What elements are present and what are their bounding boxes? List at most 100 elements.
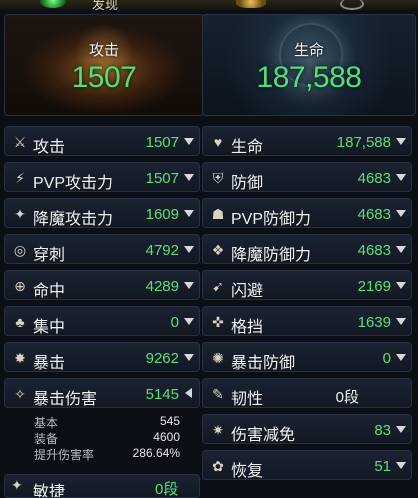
expand-arrow-icon[interactable]	[184, 246, 194, 253]
stat-label: 闪避	[231, 283, 264, 300]
detail-row: 基本 545	[34, 414, 180, 430]
expand-arrow-icon[interactable]	[184, 174, 194, 181]
collapse-arrow-icon[interactable]	[185, 388, 192, 398]
expand-arrow-icon[interactable]	[184, 354, 194, 361]
emblem-icon	[40, 0, 66, 8]
expand-arrow-icon[interactable]	[396, 210, 406, 217]
stat-row[interactable]: ♣ 集中 0	[4, 306, 200, 336]
expand-arrow-icon[interactable]	[396, 426, 406, 433]
stat-value: 1609	[145, 206, 179, 223]
expand-arrow-icon[interactable]	[396, 246, 406, 253]
recovery-icon: ✿	[212, 457, 224, 474]
expand-arrow-icon[interactable]	[396, 318, 406, 325]
top-bar-label: 发现	[92, 0, 119, 10]
stat-label: 伤害减免	[231, 427, 296, 444]
crosshair-icon: ⊕	[14, 277, 26, 294]
detail-value: 286.64%	[132, 446, 180, 460]
expand-arrow-icon[interactable]	[184, 138, 194, 145]
damage-reduction-icon: ✷	[212, 421, 224, 438]
stat-row[interactable]: ✎ 韧性 0段	[202, 378, 412, 408]
stat-row[interactable]: ✦ 降魔攻击力 1609	[4, 198, 200, 228]
stat-row[interactable]: ⊕ 命中 4289	[4, 270, 200, 300]
stat-value: 187,588	[336, 134, 391, 151]
stat-label: 暴击防御	[231, 355, 296, 372]
hp-summary-panel: 生命 187,588	[202, 14, 416, 116]
stat-value: 4792	[145, 242, 179, 259]
stat-value: 4683	[357, 242, 391, 259]
stat-value: 1639	[357, 314, 391, 331]
stat-value: 4683	[357, 170, 391, 187]
detail-key: 基本	[34, 416, 59, 430]
expand-arrow-icon[interactable]	[396, 174, 406, 181]
pvp-defense-icon: ☗	[211, 205, 225, 222]
expand-arrow-icon[interactable]	[396, 462, 406, 469]
stat-row[interactable]: ⚔ 攻击 1507	[4, 126, 200, 156]
stat-label: 命中	[33, 283, 66, 300]
stat-label: 降魔攻击力	[33, 211, 114, 228]
tenacity-icon: ✎	[212, 385, 224, 402]
expand-arrow-icon[interactable]	[396, 138, 406, 145]
stat-row[interactable]: ✧ 暴击伤害 5145	[4, 378, 200, 408]
attack-summary-panel: 攻击 1507	[4, 14, 204, 116]
hook-icon	[340, 0, 364, 10]
stat-label: 暴击	[33, 355, 66, 372]
stat-row[interactable]: ✿ 恢复 51	[202, 450, 412, 480]
pierce-icon: ◎	[13, 241, 27, 258]
stat-row[interactable]: ❖ 降魔防御力 4683	[202, 234, 412, 264]
stat-row[interactable]: ⚡ PVP攻击力 1507	[4, 162, 200, 192]
stat-label: 集中	[33, 319, 66, 336]
stat-value: 4683	[357, 206, 391, 223]
ornament-icon	[236, 0, 266, 8]
heart-icon: ♥	[213, 134, 223, 150]
detail-key: 装备	[34, 432, 59, 446]
stat-value: 0段	[155, 481, 179, 498]
focus-icon: ♣	[15, 314, 25, 330]
stat-value: 4289	[145, 278, 179, 295]
stat-label: 恢复	[231, 463, 264, 480]
stat-label: PVP防御力	[231, 211, 312, 228]
agility-stat-row[interactable]: ✦ 敏捷 0段	[4, 474, 200, 498]
stat-row[interactable]: ☗ PVP防御力 4683	[202, 198, 412, 228]
detail-row: 提升伤害率 286.64%	[34, 446, 180, 462]
detail-value: 4600	[153, 430, 180, 444]
stat-label: 敏捷	[33, 484, 66, 498]
expand-arrow-icon[interactable]	[396, 354, 406, 361]
stat-row[interactable]: ✷ 伤害减免 83	[202, 414, 412, 444]
stat-label: 防御	[231, 175, 264, 192]
attack-summary-label: 攻击	[88, 42, 119, 59]
stat-value: 0	[170, 314, 179, 331]
attack-summary-value: 1507	[71, 61, 137, 94]
stat-value: 51	[374, 458, 391, 475]
stat-value: 0	[382, 350, 391, 367]
pvp-attack-icon: ⚡	[15, 169, 25, 186]
detail-key: 提升伤害率	[34, 448, 95, 462]
stat-label: 降魔防御力	[231, 247, 312, 264]
stat-row[interactable]: ◎ 穿刺 4792	[4, 234, 200, 264]
expand-arrow-icon[interactable]	[184, 318, 194, 325]
evade-icon: ➹	[212, 277, 224, 294]
expand-arrow-icon[interactable]	[184, 210, 194, 217]
block-icon: ✜	[212, 313, 224, 330]
stat-label: 生命	[231, 139, 264, 156]
stat-row[interactable]: ✜ 格挡 1639	[202, 306, 412, 336]
stat-label: 攻击	[33, 139, 66, 156]
critical-damage-icon: ✧	[14, 385, 26, 402]
expand-arrow-icon[interactable]	[396, 282, 406, 289]
stat-row[interactable]: ♥ 生命 187,588	[202, 126, 412, 156]
crit-damage-detail: 基本 545 装备 4600 提升伤害率 286.64%	[4, 410, 200, 468]
stat-label: 格挡	[231, 319, 264, 336]
stat-row[interactable]: ✸ 暴击 9262	[4, 342, 200, 372]
stat-row[interactable]: ✺ 暴击防御 0	[202, 342, 412, 372]
stat-row[interactable]: ➹ 闪避 2169	[202, 270, 412, 300]
detail-value: 545	[159, 414, 180, 428]
stat-row[interactable]: ⛨ 防御 4683	[202, 162, 412, 192]
expand-arrow-icon[interactable]	[184, 282, 194, 289]
critical-burst-icon: ✸	[14, 349, 26, 366]
demon-defense-icon: ❖	[211, 241, 225, 258]
hp-summary-value: 187,588	[256, 61, 362, 94]
detail-row: 装备 4600	[34, 430, 180, 446]
shield-icon: ⛨	[212, 169, 224, 186]
demon-attack-icon: ✦	[14, 205, 26, 222]
stat-value: 1507	[145, 170, 179, 187]
crossed-swords-icon: ⚔	[13, 133, 27, 150]
